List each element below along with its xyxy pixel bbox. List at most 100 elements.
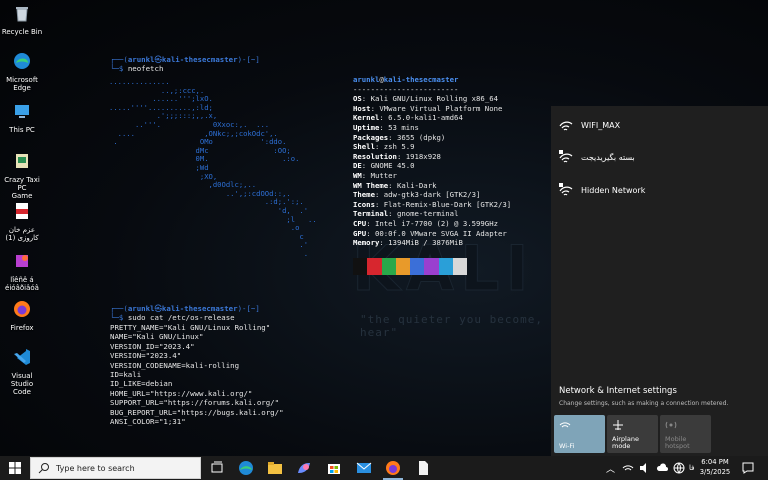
neofetch-value: Flat-Remix-Blue-Dark [GTK2/3] — [383, 199, 512, 209]
volume-icon[interactable] — [639, 463, 651, 473]
store-icon[interactable] — [325, 459, 343, 477]
system-tray: ︿ فا — [606, 456, 695, 480]
desktop-icon-crazy-taxi[interactable]: Crazy Taxi PC Game — [0, 152, 44, 200]
network-item-hidden[interactable]: Hidden Network — [559, 180, 645, 200]
os-release-line: BUG_REPORT_URL="https://bugs.kali.org/" — [110, 407, 284, 417]
app-icon — [16, 255, 28, 267]
desktop-icon-vscode[interactable]: Visual Studio Code — [0, 348, 44, 396]
task-view-icon[interactable] — [208, 459, 226, 477]
neofetch-key: Icons — [353, 199, 375, 209]
color-swatches — [353, 258, 468, 275]
color-swatch — [381, 258, 396, 275]
neofetch-key: Resolution — [353, 151, 397, 161]
os-release-line: ID=kali — [110, 370, 142, 380]
neofetch-key: Host — [353, 103, 371, 113]
neofetch-key: Theme — [353, 190, 375, 200]
edge-icon — [14, 53, 30, 69]
neofetch-value: 1918x928 — [405, 151, 441, 161]
neofetch-value: 53 mins — [388, 122, 419, 132]
color-swatch — [453, 258, 468, 275]
neofetch-value: 6.5.0-kali1-amd64 — [388, 113, 463, 123]
chevron-up-icon[interactable]: ︿ — [606, 462, 615, 475]
cloud-icon[interactable] — [656, 463, 669, 473]
network-item-wifi-max[interactable]: WIFI_MAX — [559, 115, 620, 135]
color-swatch — [395, 258, 411, 275]
os-release-line: VERSION="2023.4" — [110, 351, 182, 361]
network-settings-description: Change settings, such as making a connec… — [559, 400, 729, 407]
color-swatch — [424, 258, 439, 275]
os-release-line: SUPPORT_URL="https://forums.kali.org/" — [110, 398, 280, 408]
neofetch-key: Shell — [353, 142, 375, 152]
wifi-lock-icon — [559, 150, 573, 163]
search-placeholder: Type here to search — [56, 463, 135, 473]
network-icon[interactable] — [622, 463, 634, 473]
terminal-prompt: ┌──(arunkl㉿kali-thesecmaster)-[~] └─$ ne… — [110, 55, 260, 74]
edge-icon[interactable] — [237, 459, 255, 477]
neofetch-key: Memory — [353, 238, 380, 248]
desktop-icon-label: lîêñê á éióâðiâóâ — [5, 276, 39, 292]
neofetch-value: 3655 (dpkg) — [396, 132, 446, 142]
neofetch-value: Intel i7-7700 (2) @ 3.599GHz — [374, 218, 498, 228]
airplane-icon — [613, 420, 623, 430]
neofetch-value: Kali GNU/Linux Rolling x86_64 — [370, 94, 498, 104]
desktop-icon-label: This PC — [9, 126, 35, 134]
game-icon — [16, 154, 28, 168]
desktop-icon-firefox[interactable]: Firefox — [0, 300, 44, 332]
neofetch-value: zsh 5.9 — [383, 142, 415, 152]
terminal-command: neofetch — [127, 64, 164, 74]
color-swatch — [438, 258, 454, 275]
quick-action-wifi[interactable]: Wi-Fi — [554, 415, 605, 453]
neofetch-key: OS — [353, 94, 362, 104]
clock-time: 6:04 PM — [701, 458, 729, 466]
recycle-bin-icon — [16, 7, 28, 22]
clock-date: 3/5/2025 — [699, 467, 731, 476]
file-icon[interactable] — [414, 459, 432, 477]
neofetch-key: CPU — [353, 218, 367, 228]
desktop-icon-recycle-bin[interactable]: Recycle Bin — [0, 4, 44, 36]
neofetch-key: Terminal — [353, 209, 389, 219]
desktop-icon-pdf[interactable]: عزم خان کاروزی (1) — [0, 202, 44, 242]
file-explorer-icon[interactable] — [266, 459, 284, 477]
mail-icon[interactable] — [355, 459, 373, 477]
firefox-icon[interactable] — [384, 459, 402, 477]
desktop-icon-label: Visual Studio Code — [10, 372, 34, 396]
taskbar-search[interactable]: Type here to search — [30, 457, 201, 479]
desktop-icon-app[interactable]: lîêñê á éióâðiâóâ — [0, 252, 44, 292]
neofetch-value: VMware Virtual Platform None — [379, 103, 503, 113]
copilot-icon[interactable] — [295, 459, 313, 477]
network-settings-link[interactable]: Network & Internet settings — [559, 386, 677, 396]
windows-start-icon[interactable] — [9, 462, 21, 474]
neofetch-value: Mutter — [370, 170, 397, 180]
neofetch-ascii-art: .............. ..,;:ccc,. ......''';lxO.… — [109, 77, 317, 258]
taskbar-clock[interactable]: 6:04 PM 3/5/2025 — [691, 458, 739, 477]
neofetch-value: 1394MiB / 3876MiB — [388, 238, 463, 248]
pdf-icon — [16, 203, 28, 219]
quick-action-airplane-mode[interactable]: Airplane mode — [607, 415, 658, 453]
notification-icon[interactable] — [742, 462, 754, 474]
os-release-line: VERSION_CODENAME=kali-rolling — [110, 360, 240, 370]
terminal-prompt: ┌──(arunkl㉿kali-thesecmaster)-[~] └─$ su… — [110, 304, 260, 323]
globe-icon[interactable] — [673, 462, 685, 474]
neofetch-value: 00:0f.0 VMware SVGA II Adapter — [374, 228, 507, 238]
color-swatch — [410, 258, 425, 275]
os-release-line: VERSION_ID="2023.4" — [110, 341, 195, 351]
quick-action-mobile-hotspot[interactable]: Mobile hotspot — [660, 415, 711, 453]
firefox-icon — [14, 301, 30, 317]
os-release-output: PRETTY_NAME="Kali GNU/Linux Rolling" NAM… — [110, 323, 284, 426]
wifi-lock-icon — [559, 183, 573, 196]
search-icon — [38, 463, 49, 474]
desktop-icon-edge[interactable]: Microsoft Edge — [0, 52, 44, 92]
os-release-line: ID_LIKE=debian — [110, 379, 173, 389]
neofetch-key: WM Theme — [353, 180, 389, 190]
os-release-line: ANSI_COLOR="1;31" — [110, 417, 186, 427]
color-swatch — [367, 258, 382, 275]
neofetch-key: DE — [353, 161, 362, 171]
desktop-icon-label: Crazy Taxi PC Game — [4, 176, 40, 200]
taskbar: Type here to search ︿ فا 6:04 PM 3/5/202… — [0, 456, 768, 480]
desktop-icon-this-pc[interactable]: This PC — [0, 102, 44, 134]
network-item-secured[interactable]: بسته بگیریدیجت — [559, 147, 635, 167]
neofetch-key: Uptime — [353, 122, 380, 132]
color-swatch — [353, 258, 368, 275]
neofetch-key: WM — [353, 170, 362, 180]
os-release-line: PRETTY_NAME="Kali GNU/Linux Rolling" — [110, 323, 271, 332]
